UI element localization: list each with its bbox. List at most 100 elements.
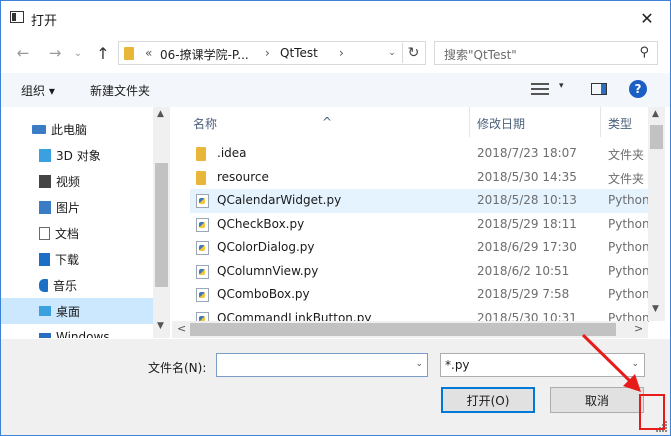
file-name: QCalendarWidget.py [217, 193, 342, 207]
dialog-footer: 文件名(N): ⌄ *.py ⌄ 打开(O) 取消 [1, 339, 670, 435]
file-row[interactable]: QColumnView.py 2018/6/2 10:51 Python [190, 260, 650, 284]
file-date: 2018/5/29 7:58 [477, 287, 570, 301]
chevron-down-icon[interactable]: ⌄ [415, 359, 423, 369]
file-list: 名称 ^ 修改日期 类型 .idea 2018/7/23 18:07 文件夹 r… [172, 107, 670, 338]
sidebar-item-desktop[interactable]: 桌面 [1, 298, 153, 324]
breadcrumb-separator[interactable]: › [265, 46, 270, 60]
sidebar-item-music[interactable]: 音乐 [1, 272, 153, 298]
file-row[interactable]: QColorDialog.py 2018/6/29 17:30 Python [190, 236, 650, 260]
breadcrumb-segment[interactable]: 06-撩课学院-P... [160, 46, 249, 63]
file-row-hovered[interactable]: QCalendarWidget.py 2018/5/28 10:13 Pytho… [190, 189, 650, 213]
sidebar-item-videos[interactable]: 视频 [1, 168, 153, 194]
folder-icon [124, 47, 134, 60]
scroll-down-icon[interactable]: ▼ [652, 304, 659, 314]
navigation-scrollbar[interactable]: ▲ ▼ [153, 107, 170, 338]
sidebar-item-windows-drive[interactable]: Windows [1, 324, 153, 338]
back-button[interactable]: ← [13, 43, 33, 63]
title-bar: 打开 ✕ [1, 1, 670, 35]
sidebar-item-label: 视频 [56, 174, 81, 189]
refresh-button[interactable]: ↻ [402, 43, 424, 63]
filetype-value: *.py [445, 358, 470, 372]
column-divider[interactable] [600, 107, 601, 137]
file-type: 文件夹 [608, 148, 645, 162]
search-icon[interactable]: ⚲ [639, 45, 649, 60]
scroll-up-icon[interactable]: ▲ [157, 109, 164, 119]
close-button[interactable]: ✕ [624, 1, 670, 35]
chevron-down-icon: ⌄ [388, 48, 396, 58]
close-icon: ✕ [640, 8, 654, 28]
scrollbar-thumb[interactable] [650, 125, 663, 149]
organize-menu-button[interactable]: 组织 ▾ [21, 82, 55, 99]
file-name: QComboBox.py [217, 287, 310, 301]
new-folder-button[interactable]: 新建文件夹 [90, 82, 150, 99]
open-file-dialog: 打开 ✕ ← → ⌄ ↑ « 06-撩课学院-P... › QtTest › ⌄… [0, 0, 671, 436]
sidebar-item-this-pc[interactable]: 此电脑 [1, 116, 153, 142]
scroll-up-icon[interactable]: ▲ [652, 109, 659, 119]
python-file-icon [196, 218, 209, 232]
sidebar-item-downloads[interactable]: 下载 [1, 246, 153, 272]
sidebar-item-documents[interactable]: 文档 [1, 220, 153, 246]
sidebar-item-label: 3D 对象 [56, 148, 101, 163]
file-date: 2018/5/28 10:13 [477, 193, 577, 207]
file-date: 2018/6/2 10:51 [477, 264, 570, 278]
filename-label: 文件名(N): [148, 361, 207, 375]
search-placeholder: 搜索"QtTest" [444, 48, 517, 62]
address-bar[interactable]: « 06-撩课学院-P... › QtTest › ⌄ ↻ [118, 41, 426, 65]
sidebar-item-label: 下载 [55, 252, 80, 267]
3d-objects-icon [39, 148, 51, 162]
forward-button[interactable]: → [45, 43, 65, 63]
desktop-icon [39, 306, 51, 316]
scrollbar-thumb[interactable] [190, 323, 616, 336]
column-header-date[interactable]: 修改日期 [477, 115, 525, 132]
breadcrumb-segment-current[interactable]: QtTest [280, 46, 318, 60]
column-header-name[interactable]: 名称 [193, 115, 217, 132]
sidebar-item-label: 桌面 [56, 304, 81, 319]
sidebar-item-label: 图片 [56, 200, 81, 215]
file-row[interactable]: .idea 2018/7/23 18:07 文件夹 [190, 142, 648, 166]
address-history-dropdown[interactable]: ⌄ [383, 44, 401, 62]
folder-icon [196, 147, 206, 161]
scroll-down-icon[interactable]: ▼ [157, 321, 164, 331]
music-icon [39, 278, 48, 292]
help-icon[interactable]: ? [629, 80, 647, 98]
file-date: 2018/6/29 17:30 [477, 240, 577, 254]
sidebar-item-3d-objects[interactable]: 3D 对象 [1, 142, 153, 168]
breadcrumb-separator[interactable]: › [339, 46, 344, 60]
column-divider[interactable] [469, 107, 470, 137]
file-type: Python [608, 217, 650, 231]
file-row[interactable]: resource 2018/5/30 14:35 文件夹 [190, 166, 648, 190]
file-date: 2018/7/23 18:07 [477, 146, 577, 160]
window-title: 打开 [31, 14, 58, 29]
file-row[interactable]: QCheckBox.py 2018/5/29 18:11 Python [190, 213, 650, 237]
file-name: QColorDialog.py [217, 240, 315, 254]
sidebar-item-pictures[interactable]: 图片 [1, 194, 153, 220]
file-name: resource [217, 170, 269, 184]
file-row[interactable]: QComboBox.py 2018/5/29 7:58 Python [190, 283, 650, 307]
filename-input[interactable]: ⌄ [216, 353, 428, 377]
file-name: QColumnView.py [217, 264, 319, 278]
preview-pane-icon[interactable] [591, 83, 607, 95]
column-header-type[interactable]: 类型 [608, 115, 632, 132]
recent-locations-button[interactable]: ⌄ [71, 43, 85, 63]
sidebar-item-label: 音乐 [53, 278, 78, 293]
overflow-chevron[interactable]: « [145, 46, 152, 60]
scrollbar-thumb[interactable] [155, 163, 168, 287]
file-type: 文件夹 [608, 172, 645, 186]
scroll-left-icon[interactable]: < [177, 322, 186, 335]
pictures-icon [39, 200, 51, 214]
view-options-icon[interactable] [531, 82, 549, 96]
open-button[interactable]: 打开(O) [441, 387, 535, 413]
up-button[interactable]: ↑ [93, 43, 113, 63]
view-dropdown-button[interactable]: ▾ [559, 81, 564, 91]
arrow-up-icon: ↑ [96, 43, 110, 63]
sort-ascending-icon: ^ [322, 115, 333, 129]
arrow-right-icon: → [48, 44, 62, 62]
file-list-vertical-scrollbar[interactable]: ▲ ▼ [648, 107, 665, 321]
sidebar-item-label: Windows [56, 330, 110, 338]
search-input[interactable]: 搜索"QtTest" ⚲ [434, 41, 658, 65]
file-type: Python [608, 287, 650, 301]
annotation-highlight-box [639, 394, 665, 430]
python-file-icon [196, 194, 209, 208]
computer-icon [32, 124, 46, 134]
folder-icon [196, 171, 206, 185]
